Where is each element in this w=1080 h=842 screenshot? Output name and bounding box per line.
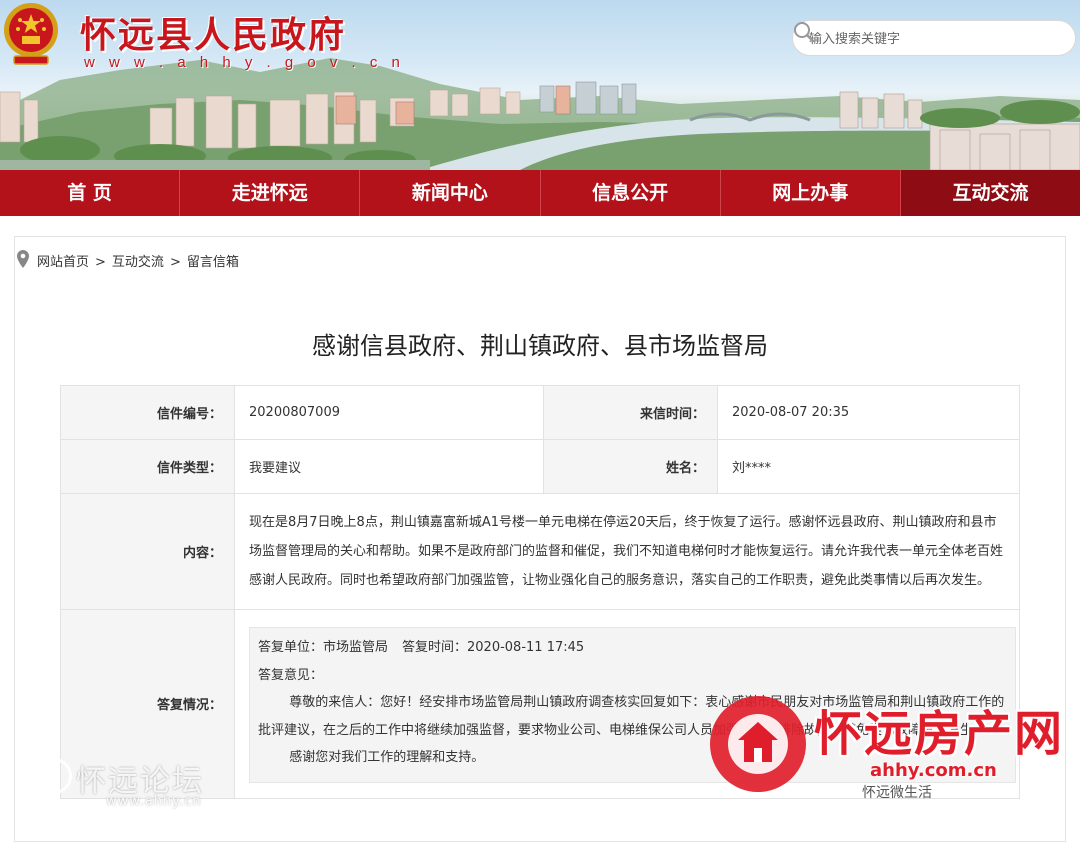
breadcrumb-separator: > bbox=[95, 255, 106, 270]
nav-item-online-services[interactable]: 网上办事 bbox=[721, 170, 901, 216]
reply-unit: 答复单位：市场监管局 bbox=[258, 640, 389, 655]
reply-time: 答复时间：2020-08-11 17:45 bbox=[402, 640, 585, 655]
site-title: 怀远县人民政府 bbox=[80, 14, 347, 56]
search-icon[interactable] bbox=[793, 21, 815, 43]
forum-watermark: 怀远论坛 www.ahhy.cn bbox=[36, 752, 256, 818]
breadcrumb-separator: > bbox=[169, 255, 181, 270]
letter-title: 感谢信县政府、荆山镇政府、县市场监督局 bbox=[312, 332, 768, 360]
header-banner: 怀远县人民政府 w w w . a h h y . g o v . c n bbox=[0, 0, 1080, 170]
realestate-brand-text: 怀远房产网 bbox=[814, 706, 1065, 762]
realestate-url: ahhy.com.cn bbox=[870, 760, 997, 781]
breadcrumb-home-link[interactable]: 网站首页 bbox=[37, 255, 89, 270]
content-label: 内容： bbox=[60, 493, 235, 610]
letter-number-value: 20200807009 bbox=[234, 385, 544, 440]
letter-name-value: 刘**** bbox=[717, 439, 1020, 494]
national-emblem-icon bbox=[4, 3, 58, 65]
letter-time-label: 来信时间： bbox=[543, 385, 718, 440]
letter-time-value: 2020-08-07 20:35 bbox=[717, 385, 1020, 440]
reply-header: 答复单位：市场监管局 答复时间：2020-08-11 17:45 bbox=[258, 634, 1007, 662]
breadcrumb-current-link[interactable]: 留言信箱 bbox=[187, 255, 239, 270]
reply-opinion-label: 答复意见： bbox=[258, 667, 324, 683]
letter-name-label: 姓名： bbox=[543, 439, 718, 494]
table-row: 信件编号： 20200807009 来信时间： 2020-08-07 20:35 bbox=[60, 385, 1020, 440]
realestate-watermark: 怀远房产网 ahhy.com.cn 怀远微生活 bbox=[702, 688, 1080, 824]
search-input[interactable] bbox=[807, 28, 1031, 50]
location-pin-icon bbox=[17, 250, 29, 268]
letter-number-label: 信件编号： bbox=[60, 385, 235, 440]
nav-item-home[interactable]: 首 页 bbox=[0, 170, 181, 216]
nav-item-news[interactable]: 新闻中心 bbox=[360, 170, 541, 216]
forum-watermark-url: www.ahhy.cn bbox=[106, 794, 202, 809]
wechat-account-label: 怀远微生活 bbox=[862, 785, 932, 801]
table-row: 内容： 现在是8月7日晚上8点，荆山镇嘉富新城A1号楼一单元电梯在停运20天后，… bbox=[60, 493, 1020, 610]
letter-type-label: 信件类型： bbox=[60, 439, 235, 494]
nav-item-info-disclosure[interactable]: 信息公开 bbox=[541, 170, 721, 216]
nav-item-interaction[interactable]: 互动交流 bbox=[900, 170, 1080, 216]
site-url: w w w . a h h y . g o v . c n bbox=[84, 54, 405, 71]
breadcrumb-section-link[interactable]: 互动交流 bbox=[112, 255, 164, 270]
content-text: 现在是8月7日晚上8点，荆山镇嘉富新城A1号楼一单元电梯在停运20天后，终于恢复… bbox=[234, 493, 1020, 610]
main-nav: 首 页 走进怀远 新闻中心 信息公开 网上办事 互动交流 bbox=[0, 170, 1080, 216]
table-row: 信件类型： 我要建议 姓名： 刘**** bbox=[60, 439, 1020, 494]
nav-item-about[interactable]: 走进怀远 bbox=[180, 170, 361, 216]
realestate-logo-icon bbox=[710, 696, 806, 792]
forum-logo-icon bbox=[36, 758, 72, 794]
search-box bbox=[792, 20, 1076, 56]
breadcrumb: 网站首页 > 互动交流 > 留言信箱 bbox=[14, 236, 1066, 282]
letter-type-value: 我要建议 bbox=[234, 439, 544, 494]
